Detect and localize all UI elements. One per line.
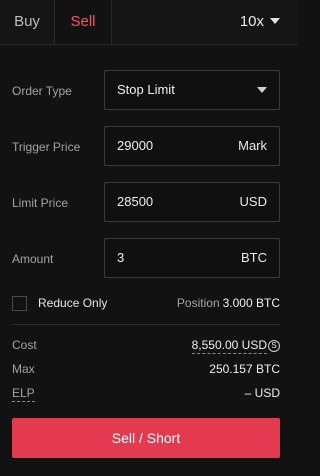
amount-input[interactable]: 3 BTC <box>104 238 280 278</box>
cost-label: Cost <box>12 338 37 352</box>
elp-value: – USD <box>244 386 280 400</box>
limit-price-unit: USD <box>239 194 267 209</box>
tab-sell[interactable]: Sell <box>54 0 112 44</box>
order-type-label: Order Type <box>12 84 72 98</box>
order-type-value: Stop Limit <box>117 82 175 97</box>
amount-label: Amount <box>12 252 54 266</box>
max-value: 250.157 BTC <box>209 362 280 376</box>
amount-unit: BTC <box>241 250 267 265</box>
leverage-selector[interactable]: 10x <box>240 0 280 44</box>
trigger-price-unit[interactable]: Mark <box>238 127 267 165</box>
reduce-only-checkbox[interactable] <box>12 296 27 311</box>
position-value: 3.000 BTC <box>222 296 280 310</box>
max-label: Max <box>12 362 35 376</box>
trigger-price-label: Trigger Price <box>12 140 81 154</box>
trigger-price-value: 29000 <box>117 138 154 153</box>
cost-value-group: 8,550.00 USD S <box>191 338 280 354</box>
leverage-value: 10x <box>239 13 264 30</box>
amount-value: 3 <box>117 250 125 265</box>
chevron-down-icon <box>257 87 267 93</box>
position-info: Position 3.000 BTC <box>177 296 280 310</box>
sell-short-button[interactable]: Sell / Short <box>12 418 280 458</box>
position-label: Position <box>176 296 220 310</box>
limit-price-label: Limit Price <box>12 196 69 210</box>
trigger-price-input[interactable]: 29000 Mark <box>104 126 280 166</box>
limit-price-input[interactable]: 28500 USD <box>104 182 280 222</box>
order-type-select[interactable]: Stop Limit <box>104 70 280 110</box>
order-side-tabs: Buy Sell 10x <box>0 0 298 45</box>
cost-value: 8,550.00 USD <box>191 338 267 354</box>
limit-price-value: 28500 <box>117 194 154 209</box>
reduce-only-label[interactable]: Reduce Only <box>38 296 107 310</box>
chevron-down-icon <box>270 18 280 25</box>
info-circle-icon[interactable]: S <box>268 339 280 352</box>
tab-buy[interactable]: Buy <box>0 0 54 44</box>
divider <box>12 324 280 325</box>
elp-label: ELP <box>12 386 35 402</box>
